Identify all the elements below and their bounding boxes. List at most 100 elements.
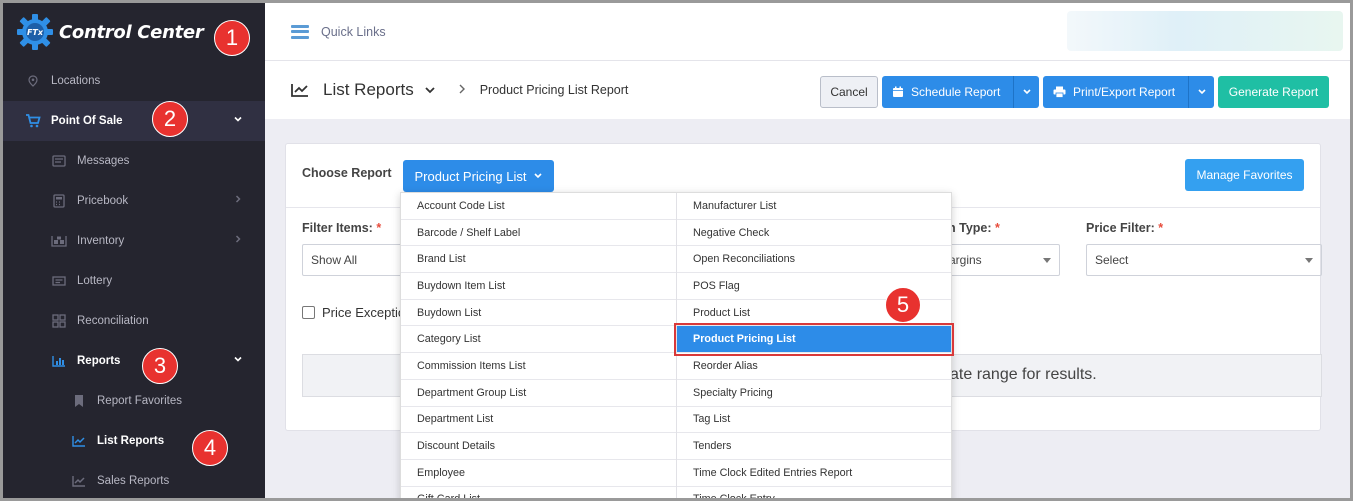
- breadcrumb: Product Pricing List Report: [479, 83, 629, 97]
- sidebar-item-pricebook[interactable]: Pricebook: [3, 181, 265, 221]
- line-chart-icon: [71, 433, 87, 449]
- annotation-badge-3: 3: [142, 348, 178, 384]
- price-exceptions-checkbox[interactable]: [302, 306, 315, 319]
- menu-icon[interactable]: [291, 24, 309, 39]
- svg-text:FTx: FTx: [27, 28, 44, 37]
- filter-items-label: Filter Items: *: [302, 221, 382, 235]
- dropdown-item[interactable]: Barcode / Shelf Label: [401, 220, 676, 247]
- dropdown-item[interactable]: Buydown List: [401, 300, 676, 327]
- dropdown-item[interactable]: Commission Items List: [401, 353, 676, 380]
- dropdown-column-right: Manufacturer List Negative Check Open Reco…: [674, 193, 954, 498]
- dropdown-item[interactable]: Specialty Pricing: [677, 380, 951, 407]
- sidebar-item-locations[interactable]: Locations: [3, 61, 265, 101]
- filter-items-value: Show All: [311, 253, 358, 267]
- line-chart-icon: [291, 84, 308, 97]
- dropdown-item[interactable]: Gift Card List: [401, 487, 676, 498]
- dropdown-item[interactable]: Buydown Item List: [401, 273, 676, 300]
- schedule-report-label: Schedule Report: [911, 85, 1001, 99]
- sidebar-item-label: Inventory: [77, 235, 125, 247]
- chevron-down-icon[interactable]: [1013, 76, 1039, 108]
- dropdown-item[interactable]: Time Clock Entry: [677, 487, 951, 498]
- page-title: List Reports: [323, 80, 414, 99]
- chevron-down-icon: [533, 172, 543, 180]
- type-select[interactable]: argins: [934, 244, 1060, 276]
- sidebar-item-label: List Reports: [97, 435, 165, 447]
- sidebar-item-reconciliation[interactable]: Reconciliation: [3, 301, 265, 341]
- lottery-icon: [51, 273, 67, 289]
- info-message: ate range for results.: [950, 366, 1097, 383]
- sidebar-item-messages[interactable]: Messages: [3, 141, 265, 181]
- sidebar-item-label: Lottery: [77, 275, 113, 287]
- dropdown-item[interactable]: Tenders: [677, 433, 951, 460]
- caret-down-icon: [1043, 258, 1051, 263]
- type-label: n Type: *: [948, 221, 1000, 235]
- price-exceptions-label: Price Exceptio: [322, 305, 406, 320]
- dropdown-item[interactable]: Time Clock Edited Entries Report: [677, 460, 951, 487]
- annotation-badge-4: 4: [192, 430, 228, 466]
- choose-report-dropdown[interactable]: Product Pricing List: [403, 160, 554, 192]
- sidebar: FTx Control Center Locations Point Of Sa…: [3, 3, 265, 498]
- dropdown-item[interactable]: Manufacturer List: [677, 193, 951, 220]
- dropdown-item[interactable]: Negative Check: [677, 220, 951, 247]
- cancel-button[interactable]: Cancel: [820, 76, 878, 108]
- sidebar-item-sales-reports[interactable]: Sales Reports: [3, 461, 265, 498]
- sidebar-item-label: Locations: [51, 75, 101, 87]
- report-dropdown-menu: Account Code List Barcode / Shelf Label Br…: [400, 192, 954, 498]
- sidebar-item-inventory[interactable]: Inventory: [3, 221, 265, 261]
- chevron-right-icon: [458, 83, 466, 97]
- caret-down-icon: [1305, 258, 1313, 263]
- manage-favorites-button[interactable]: Manage Favorites: [1185, 159, 1304, 191]
- dropdown-item[interactable]: Category List: [401, 326, 676, 354]
- chevron-down-icon[interactable]: [1188, 76, 1214, 108]
- generate-report-button[interactable]: Generate Report: [1218, 76, 1329, 108]
- dropdown-item[interactable]: Reorder Alias: [677, 353, 951, 380]
- schedule-report-button[interactable]: Schedule Report: [882, 76, 1039, 108]
- sidebar-item-label: Reconciliation: [77, 315, 149, 327]
- sidebar-item-report-favorites[interactable]: Report Favorites: [3, 381, 265, 421]
- cart-icon: [25, 113, 41, 129]
- dropdown-item[interactable]: Department List: [401, 407, 676, 434]
- calendar-icon: [892, 86, 904, 98]
- annotation-badge-2: 2: [152, 101, 188, 137]
- dropdown-item[interactable]: Account Code List: [401, 193, 676, 220]
- sidebar-item-point-of-sale[interactable]: Point Of Sale: [3, 101, 265, 141]
- sidebar-item-reports[interactable]: Reports: [3, 341, 265, 381]
- location-pin-icon: [25, 73, 41, 89]
- price-filter-value: Select: [1095, 253, 1129, 267]
- message-icon: [51, 153, 67, 169]
- app-name: Control Center: [59, 21, 204, 43]
- dropdown-item[interactable]: Open Reconciliations: [677, 246, 951, 274]
- sidebar-item-label: Pricebook: [77, 195, 129, 207]
- sidebar-item-lottery[interactable]: Lottery: [3, 261, 265, 301]
- dropdown-item[interactable]: Tag List: [677, 407, 951, 434]
- print-export-label: Print/Export Report: [1073, 85, 1176, 99]
- page-header: List Reports Product Pricing List Report…: [265, 61, 1350, 119]
- chevron-down-icon[interactable]: [424, 83, 436, 98]
- dropdown-item[interactable]: Employee: [401, 460, 676, 487]
- screenshot-frame: FTx Control Center Locations Point Of Sa…: [0, 0, 1353, 501]
- calculator-icon: [51, 193, 67, 209]
- dropdown-item[interactable]: Discount Details: [401, 433, 676, 460]
- chevron-right-icon: [233, 234, 243, 247]
- print-export-report-button[interactable]: Print/Export Report: [1043, 76, 1214, 108]
- chevron-down-icon: [233, 354, 243, 367]
- filter-items-select[interactable]: Show All: [302, 244, 402, 276]
- chevron-right-icon: [233, 194, 243, 207]
- quick-links-link[interactable]: Quick Links: [321, 25, 386, 39]
- price-filter-select[interactable]: Select: [1086, 244, 1322, 276]
- annotation-badge-1: 1: [214, 20, 250, 56]
- top-bar: Quick Links: [265, 3, 1350, 61]
- dropdown-column-left: Account Code List Barcode / Shelf Label Br…: [401, 193, 676, 498]
- sidebar-item-label: Sales Reports: [97, 475, 170, 487]
- dropdown-item[interactable]: Department Group List: [401, 380, 676, 407]
- sidebar-item-label: Messages: [77, 155, 130, 167]
- bar-chart-icon: [51, 353, 67, 369]
- sidebar-item-label: Report Favorites: [97, 395, 183, 407]
- dropdown-item[interactable]: Product Pricing List: [674, 323, 954, 357]
- dropdown-item[interactable]: Brand List: [401, 246, 676, 274]
- price-filter-label: Price Filter: *: [1086, 221, 1164, 235]
- user-area: [1067, 11, 1343, 51]
- type-value: argins: [949, 253, 982, 267]
- gear-logo-icon: FTx: [17, 14, 53, 50]
- choose-report-value: Product Pricing List: [414, 168, 527, 184]
